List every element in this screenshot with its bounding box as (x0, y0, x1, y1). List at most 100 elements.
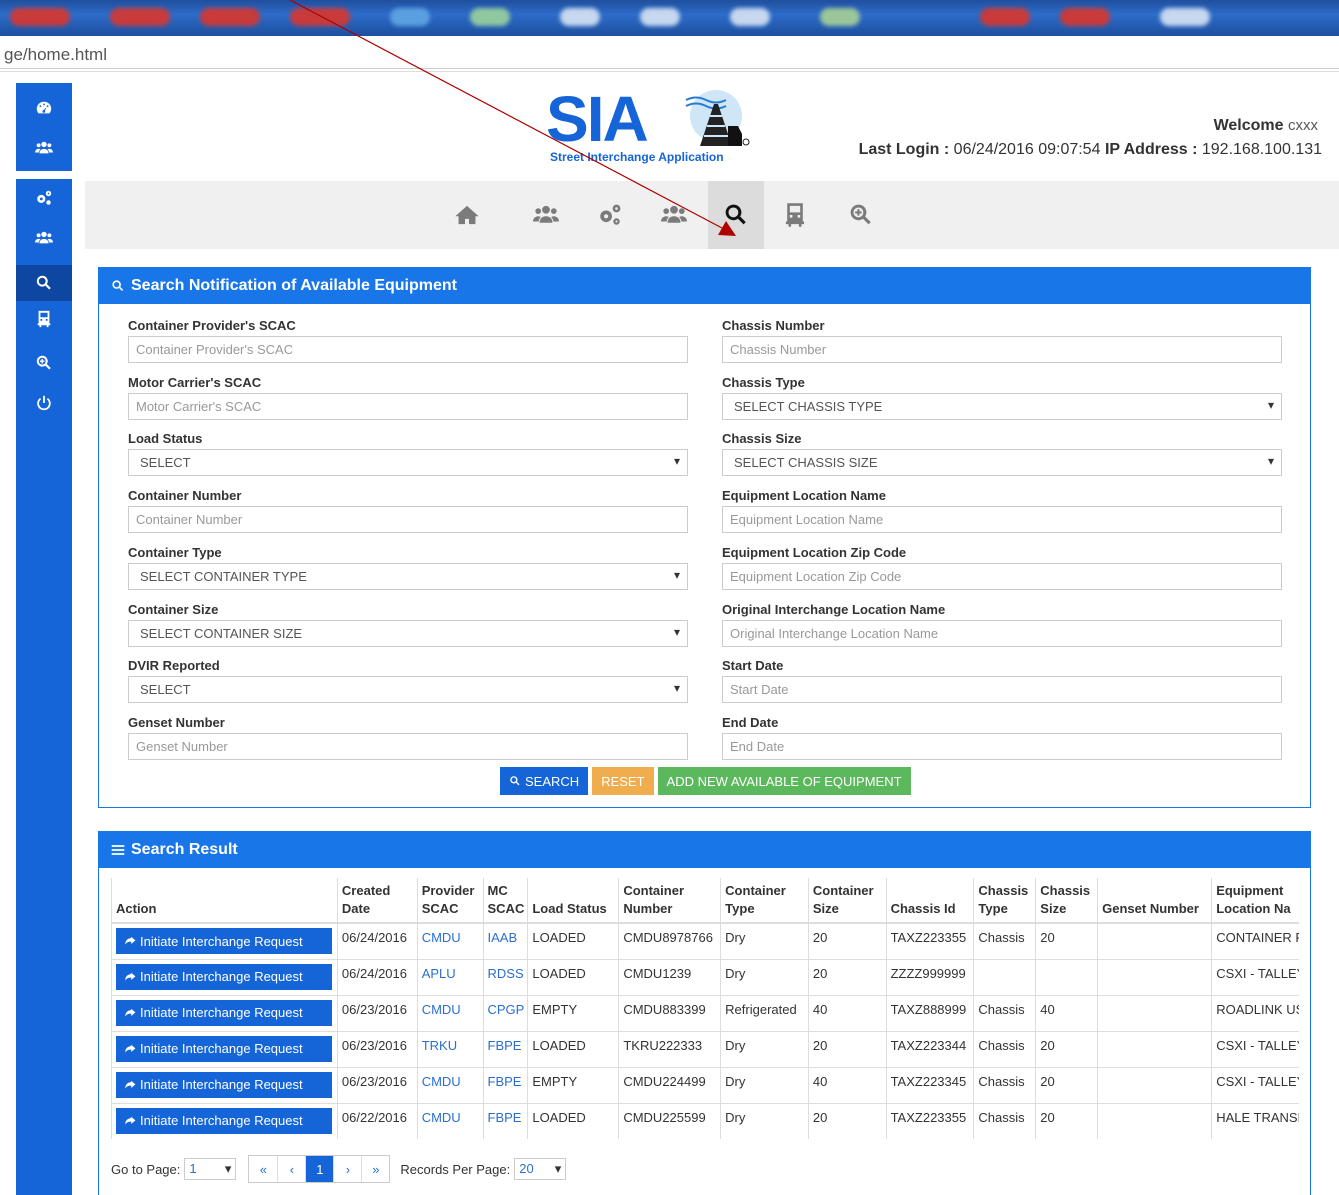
table-cell: Chassis (973, 1030, 1036, 1067)
left-field-3: Container Number Container Number (128, 488, 688, 534)
column-header[interactable]: Container Size (807, 878, 887, 924)
table-cell[interactable]: FBPE (482, 1066, 528, 1103)
input-field[interactable]: Chassis Number (722, 336, 1282, 363)
field-label: Original Interchange Location Name (722, 601, 946, 617)
table-cell (1097, 994, 1212, 1031)
table-cell[interactable]: APLU (416, 958, 483, 995)
initiate-interchange-button[interactable]: Initiate Interchange Request (116, 1035, 332, 1062)
search-icon (510, 776, 520, 786)
column-header[interactable]: Provider SCAC (416, 878, 483, 924)
input-field[interactable]: Original Interchange Location Name (722, 619, 1282, 647)
sidebar-item-users[interactable] (16, 130, 72, 166)
select-field[interactable]: SELECT (128, 449, 688, 477)
column-header[interactable]: Genset Number (1097, 878, 1212, 924)
input-field[interactable]: Equipment Location Zip Code (722, 562, 1282, 590)
nav-home[interactable] (439, 181, 495, 249)
dashboard-icon (36, 101, 52, 114)
gears-icon (600, 204, 621, 225)
table-cell: TAXZ223345 (885, 1066, 974, 1103)
search-button[interactable]: SEARCH (500, 767, 589, 795)
input-field[interactable]: Equipment Location Name (722, 506, 1282, 534)
column-header[interactable]: Load Status (527, 878, 619, 924)
home-icon (455, 205, 479, 225)
prev-page-button[interactable]: ‹ (277, 1156, 305, 1182)
sidebar-item-settings[interactable] (16, 180, 72, 216)
add-equipment-button[interactable]: ADD NEW AVAILABLE OF EQUIPMENT (657, 767, 911, 795)
left-field-6: DVIR Reported SELECT (128, 658, 688, 704)
nav-settings[interactable] (582, 181, 638, 249)
table-row: Initiate Interchange Request 06/24/2016 CM… (111, 922, 1299, 959)
table-cell: HALE TRANSF (1211, 1102, 1299, 1139)
column-header[interactable]: Container Number (618, 878, 721, 924)
column-header[interactable]: Action (111, 878, 338, 924)
nav-users-2[interactable] (646, 181, 702, 249)
input-field[interactable]: Motor Carrier's SCAC (128, 392, 688, 420)
table-cell[interactable]: TRKU (416, 1030, 483, 1067)
select-field[interactable]: SELECT CHASSIS TYPE (722, 392, 1282, 420)
table-header-row: Action Created Date Provider SCAC MC SCAC Lo… (111, 878, 1299, 924)
search-button-label: SEARCH (525, 773, 580, 789)
address-bar[interactable]: ge/home.html (0, 36, 1339, 72)
table-cell: EMPTY (527, 1066, 619, 1103)
left-field-5: Container Size SELECT CONTAINER SIZE (128, 602, 688, 647)
column-header[interactable]: Chassis Type (973, 878, 1036, 924)
goto-page-value: 1 (189, 1161, 197, 1176)
share-arrow-icon (125, 1080, 136, 1089)
goto-page-select[interactable]: 1 (184, 1158, 237, 1180)
initiate-interchange-button[interactable]: Initiate Interchange Request (116, 999, 332, 1026)
select-field[interactable]: SELECT CONTAINER TYPE (128, 562, 688, 590)
column-header[interactable]: Chassis Size (1035, 878, 1098, 924)
column-header[interactable]: MC SCAC (482, 878, 528, 924)
last-page-button[interactable]: » (361, 1156, 389, 1182)
column-header[interactable]: Equipment Location Na (1211, 878, 1299, 924)
column-header[interactable]: Chassis Id (885, 878, 974, 924)
sidebar-item-search[interactable] (16, 265, 72, 301)
initiate-interchange-button[interactable]: Initiate Interchange Request (116, 963, 332, 990)
search-button-row: SEARCH RESET ADD NEW AVAILABLE OF EQUIPM… (500, 767, 911, 795)
select-field[interactable]: SELECT CHASSIS SIZE (722, 449, 1282, 477)
sidebar-item-dashboard[interactable] (16, 90, 72, 126)
sidebar-item-truck[interactable] (16, 301, 72, 337)
nav-search[interactable] (708, 181, 764, 249)
table-cell[interactable]: FBPE (482, 1030, 528, 1067)
table-cell[interactable]: CMDU (416, 1102, 483, 1139)
table-cell[interactable]: FBPE (482, 1102, 528, 1139)
field-label: Container Provider's SCAC (128, 318, 296, 333)
result-table: Action Created Date Provider SCAC MC SCAC Lo… (111, 878, 1299, 1139)
initiate-interchange-button[interactable]: Initiate Interchange Request (116, 928, 332, 954)
next-page-button[interactable]: › (333, 1156, 361, 1182)
table-cell[interactable]: CPGP (482, 994, 528, 1031)
initiate-interchange-button[interactable]: Initiate Interchange Request (116, 1107, 332, 1134)
input-field[interactable]: Genset Number (128, 732, 688, 760)
input-field[interactable]: Container Number (128, 506, 688, 534)
left-field-2: Load Status SELECT (128, 431, 688, 477)
table-cell[interactable]: CMDU (416, 1066, 483, 1103)
first-page-button[interactable]: « (249, 1156, 277, 1182)
table-cell[interactable]: CMDU (416, 922, 483, 959)
input-field[interactable]: End Date (722, 732, 1282, 760)
column-header[interactable]: Container Type (720, 878, 809, 924)
nav-zoom[interactable] (833, 181, 889, 249)
table-cell[interactable]: RDSS (482, 958, 528, 995)
sidebar-item-zoom[interactable] (16, 345, 72, 381)
nav-users[interactable] (518, 181, 574, 249)
initiate-interchange-button[interactable]: Initiate Interchange Request (116, 1071, 332, 1098)
address-text: ge/home.html (4, 45, 107, 64)
table-cell[interactable]: IAAB (482, 922, 528, 959)
select-field[interactable]: SELECT (128, 676, 688, 704)
list-icon (111, 845, 125, 855)
current-page-button[interactable]: 1 (305, 1156, 334, 1182)
select-field[interactable]: SELECT CONTAINER SIZE (128, 619, 688, 647)
table-cell: 40 (807, 1066, 887, 1103)
sidebar-item-logout[interactable] (16, 385, 72, 421)
action-cell: Initiate Interchange Request (111, 1066, 338, 1103)
input-field[interactable]: Container Provider's SCAC (128, 336, 688, 363)
table-cell[interactable]: CMDU (416, 994, 483, 1031)
column-header[interactable]: Created Date (336, 878, 418, 924)
input-field[interactable]: Start Date (722, 676, 1282, 704)
records-per-page-select[interactable]: 20 (514, 1158, 567, 1180)
sidebar-item-users-2[interactable] (16, 220, 72, 256)
table-cell: Dry (720, 1030, 809, 1067)
nav-truck[interactable] (767, 181, 823, 249)
reset-button[interactable]: RESET (592, 767, 654, 795)
